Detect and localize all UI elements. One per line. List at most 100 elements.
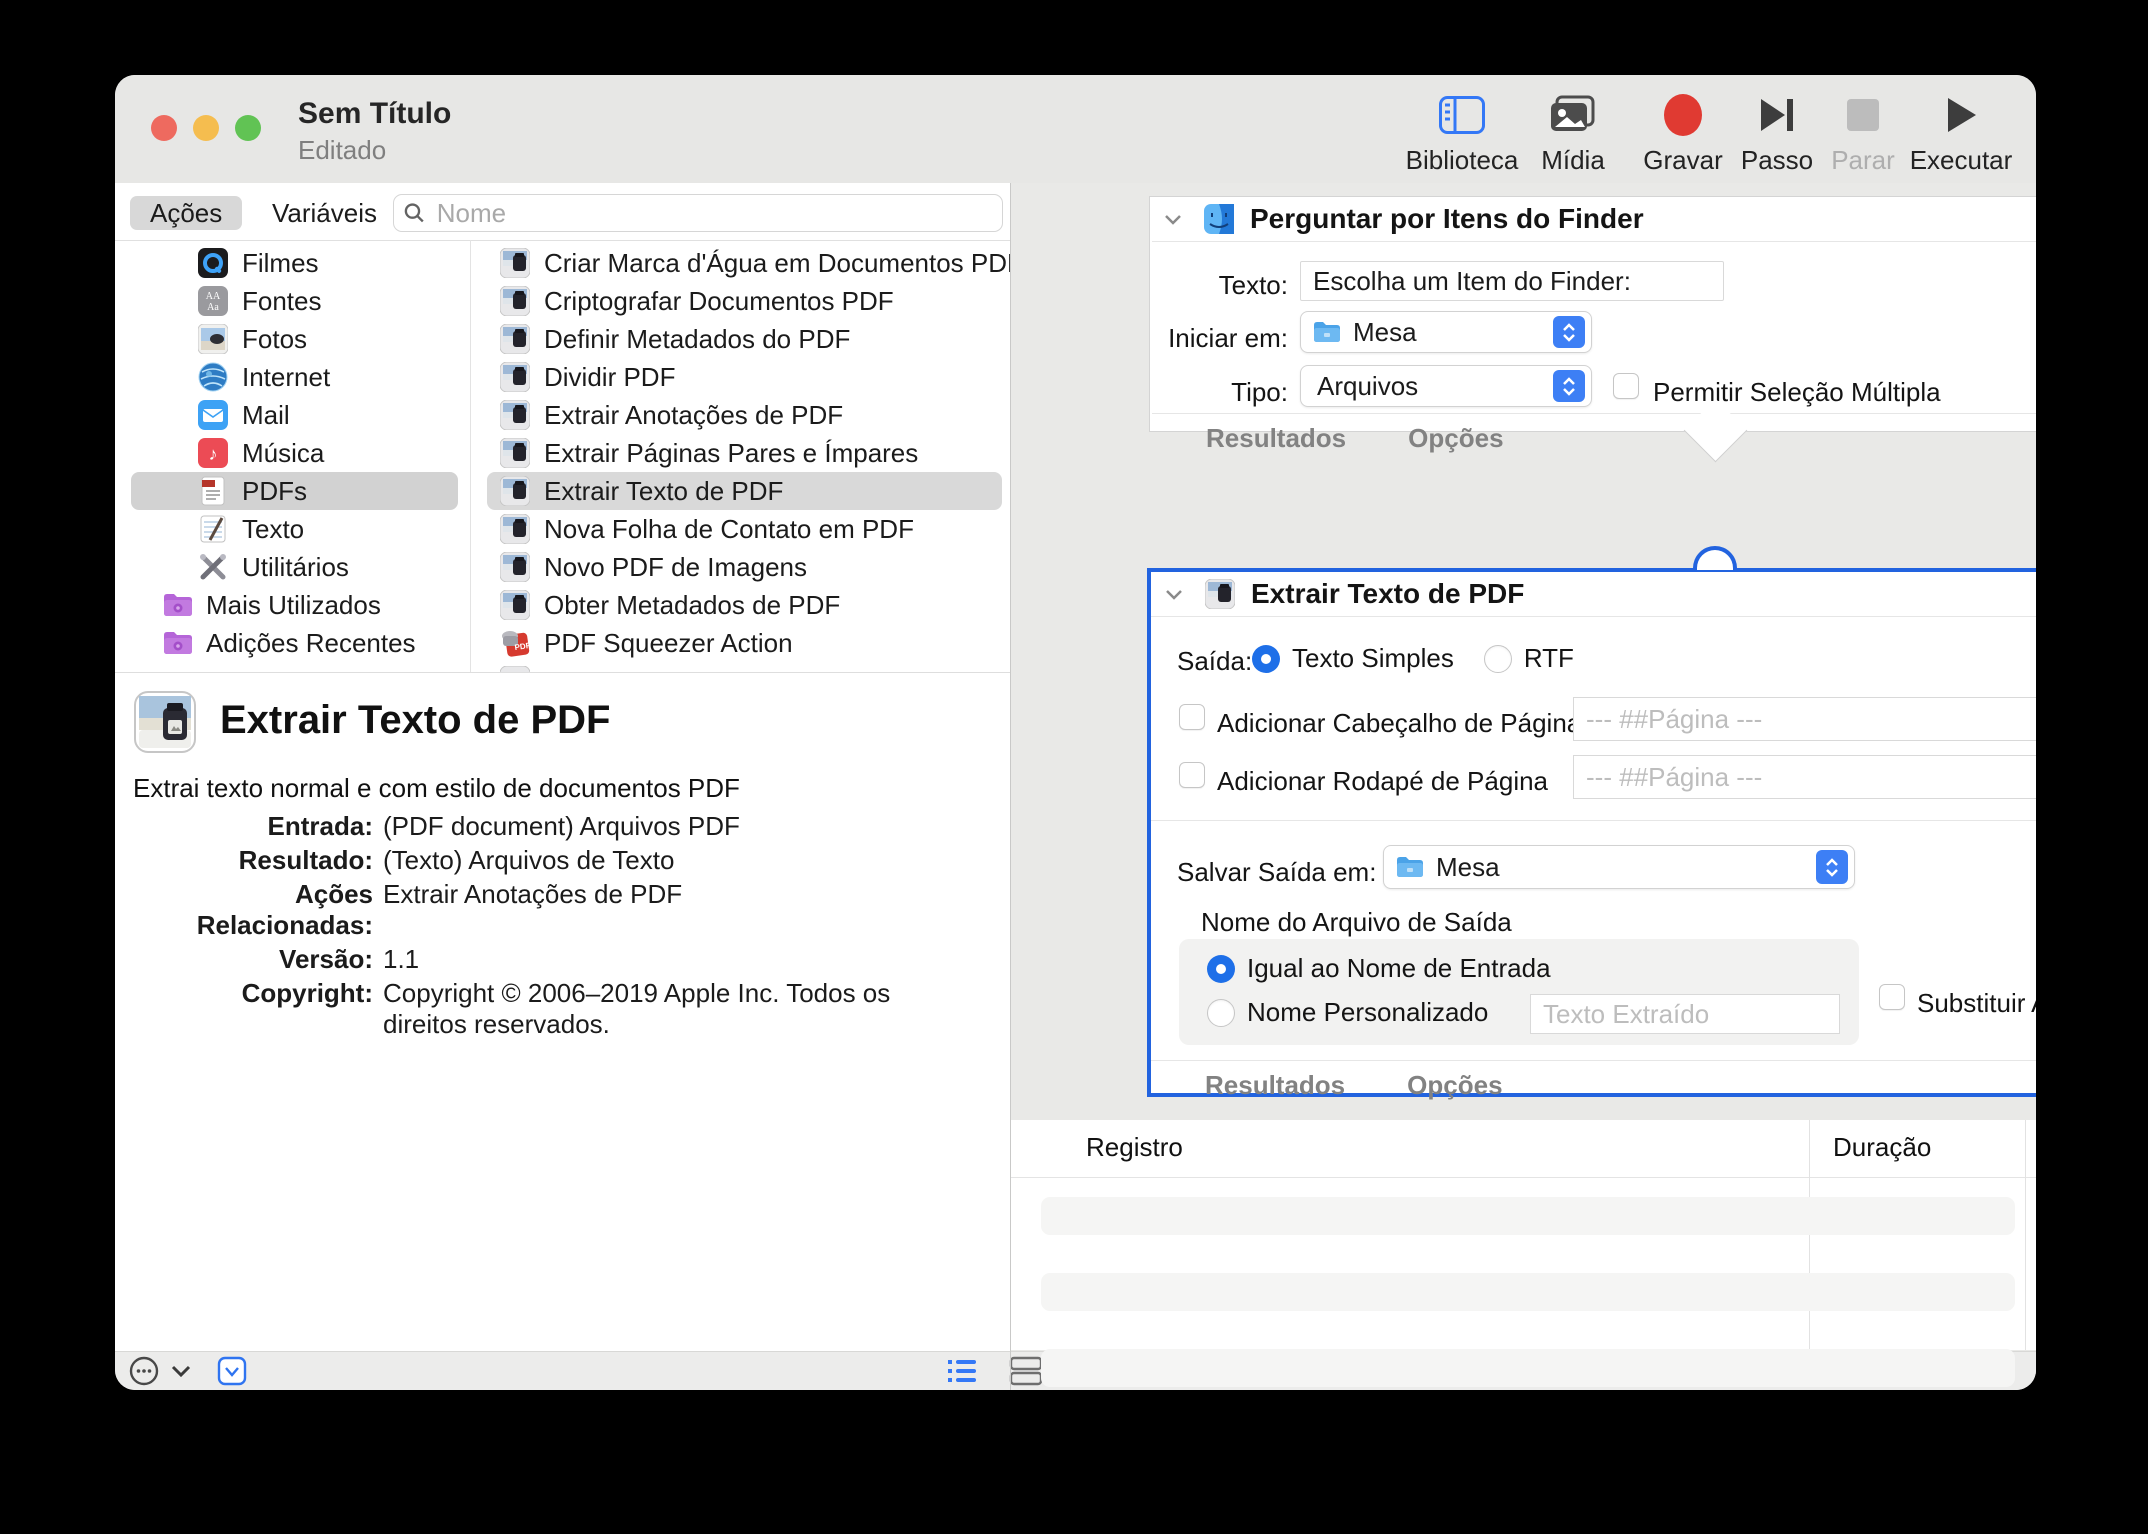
action2-title: Extrair Texto de PDF <box>1251 578 1524 610</box>
action-list-item[interactable]: Dividir PDF <box>470 358 1010 396</box>
chevron-down-icon[interactable] <box>1165 589 1183 600</box>
action1-header: Perguntar por Itens do Finder <box>1150 197 2036 241</box>
rodape-checkbox[interactable] <box>1179 762 1205 788</box>
radio-row-personalizado: Nome Personalizado <box>1207 997 1488 1028</box>
substituir-checkbox[interactable] <box>1879 984 1905 1010</box>
salvar-saida-dropdown[interactable]: Mesa <box>1383 845 1855 889</box>
action-list-item[interactable]: Novo PDF de Imagens <box>470 548 1010 586</box>
zoom-button[interactable] <box>235 115 261 141</box>
connector-bump <box>1693 546 1737 570</box>
resultados-link[interactable]: Resultados <box>1206 423 1346 454</box>
stepper-icon <box>1553 316 1585 348</box>
radio-nome-personalizado[interactable] <box>1207 999 1235 1027</box>
snippet-toggle-button[interactable] <box>217 1356 247 1386</box>
action1-footer-links: Resultados Opções <box>1206 423 1504 454</box>
stacked-panes-icon <box>1009 1356 1045 1386</box>
pdf-action-icon <box>500 324 530 354</box>
opcoes-link[interactable]: Opções <box>1407 1070 1502 1101</box>
action-list-item[interactable]: Extrair Páginas Pares e Ímpares <box>470 434 1010 472</box>
folder-icon <box>1313 321 1341 343</box>
action1-title: Perguntar por Itens do Finder <box>1250 203 1644 235</box>
iniciar-em-label: Iniciar em: <box>1160 323 1288 354</box>
pdf-action-icon <box>500 590 530 620</box>
window-title: Sem Título <box>298 97 451 131</box>
texto-field[interactable] <box>1300 261 1724 301</box>
action-list-item[interactable]: Obter Metadados de PDF <box>470 586 1010 624</box>
tipo-label: Tipo: <box>1160 377 1288 408</box>
pane-divider[interactable] <box>1010 183 1011 1390</box>
radio-nome-personalizado-label: Nome Personalizado <box>1247 997 1488 1028</box>
rodape-field[interactable] <box>1573 755 2036 799</box>
midia-label: Mídia <box>1513 145 1633 176</box>
action-list-item[interactable]: Extrair Anotações de PDF <box>470 396 1010 434</box>
action-list-item[interactable]: PDF PDF Squeezer Action <box>470 624 1010 662</box>
radio-rtf[interactable] <box>1484 645 1512 673</box>
log-header-divider <box>1011 1177 2036 1178</box>
salvar-saida-value: Mesa <box>1436 852 1500 883</box>
more-options-button[interactable] <box>129 1356 159 1386</box>
folder-icon <box>1396 856 1424 878</box>
midia-button[interactable]: Mídia <box>1513 89 1633 176</box>
tab-acoes[interactable]: Ações <box>130 196 242 230</box>
log-duracao-header[interactable]: Duração <box>1833 1132 1931 1163</box>
tab-variaveis[interactable]: Variáveis <box>252 196 397 230</box>
chevron-down-icon <box>171 1365 191 1377</box>
substituir-label: Substituir Arquivos Exis <box>1917 988 2036 1019</box>
disclosure-button[interactable] <box>171 1365 191 1377</box>
cabecalho-field[interactable] <box>1573 697 2036 741</box>
biblioteca-button[interactable]: Biblioteca <box>1402 89 1522 176</box>
close-button[interactable] <box>151 115 177 141</box>
search-input[interactable] <box>435 197 992 230</box>
pane-view-button[interactable] <box>1009 1356 1045 1386</box>
nome-personalizado-field[interactable] <box>1530 994 1840 1034</box>
radio-texto-simples[interactable] <box>1252 645 1280 673</box>
iniciar-em-value: Mesa <box>1353 317 1417 348</box>
log-registro-header[interactable]: Registro <box>1086 1132 1183 1163</box>
divider <box>1152 241 2036 242</box>
resultados-link[interactable]: Resultados <box>1205 1070 1345 1101</box>
log-column-divider-2[interactable] <box>2025 1120 2026 1350</box>
log-empty-row <box>1041 1197 2015 1235</box>
pdf-action-icon <box>1205 579 1235 609</box>
divider <box>1151 1060 2036 1061</box>
desc-value: 1.1 <box>383 944 938 975</box>
log-column-divider[interactable] <box>1809 1120 1810 1350</box>
action-list-item[interactable]: Criar Marca d'Água em Documentos PDF <box>470 244 1010 282</box>
desc-label: Ações Relacionadas: <box>133 879 373 941</box>
nome-arquivo-groupbox: Igual ao Nome de Entrada Nome Personaliz… <box>1179 939 1859 1045</box>
ellipsis-circle-icon <box>129 1356 159 1386</box>
library-toolbar: Ações Variáveis <box>115 183 1010 241</box>
iniciar-em-dropdown[interactable]: Mesa <box>1300 311 1592 353</box>
rodape-label: Adicionar Rodapé de Página <box>1217 766 1548 797</box>
log-list-view-button[interactable] <box>947 1358 977 1384</box>
radio-rtf-label: RTF <box>1524 643 1574 674</box>
log-empty-row <box>1041 1273 2015 1311</box>
desc-value: (Texto) Arquivos de Texto <box>383 845 938 876</box>
pdf-action-icon <box>500 400 530 430</box>
pdf-squeezer-icon: PDF <box>500 628 530 658</box>
saida-radio-group: Texto Simples RTF <box>1252 643 1574 674</box>
stepper-icon <box>1816 850 1848 884</box>
action-list-item-selected[interactable]: Extrair Texto de PDF <box>470 472 1010 510</box>
opcoes-link[interactable]: Opções <box>1408 423 1503 454</box>
action-list-item[interactable]: Definir Metadados do PDF <box>470 320 1010 358</box>
action-list-item[interactable]: Criptografar Documentos PDF <box>470 282 1010 320</box>
action-list-item-partial[interactable] <box>470 662 1010 672</box>
search-field[interactable] <box>393 194 1003 232</box>
workflow-action-extrair-texto[interactable]: Extrair Texto de PDF Saída: Texto Simple… <box>1147 568 2036 1097</box>
divider <box>1151 616 2036 617</box>
permitir-selecao-checkbox[interactable] <box>1613 373 1639 399</box>
cabecalho-label: Adicionar Cabeçalho de Página <box>1217 708 1581 739</box>
cabecalho-checkbox[interactable] <box>1179 704 1205 730</box>
pdf-action-icon <box>500 248 530 278</box>
stepper-icon <box>1553 370 1585 402</box>
chevron-down-icon[interactable] <box>1164 214 1182 225</box>
executar-button[interactable]: Executar <box>1901 89 2021 176</box>
action-list-item[interactable]: Nova Folha de Contato em PDF <box>470 510 1010 548</box>
titlebar: Sem Título Editado Biblioteca Mídia Grav… <box>115 75 2036 184</box>
minimize-button[interactable] <box>193 115 219 141</box>
radio-igual-nome[interactable] <box>1207 955 1235 983</box>
divider <box>1151 820 2036 821</box>
tipo-dropdown[interactable]: Arquivos <box>1300 365 1592 407</box>
workflow-action-perguntar[interactable]: Perguntar por Itens do Finder Texto: Ini… <box>1149 196 2036 432</box>
